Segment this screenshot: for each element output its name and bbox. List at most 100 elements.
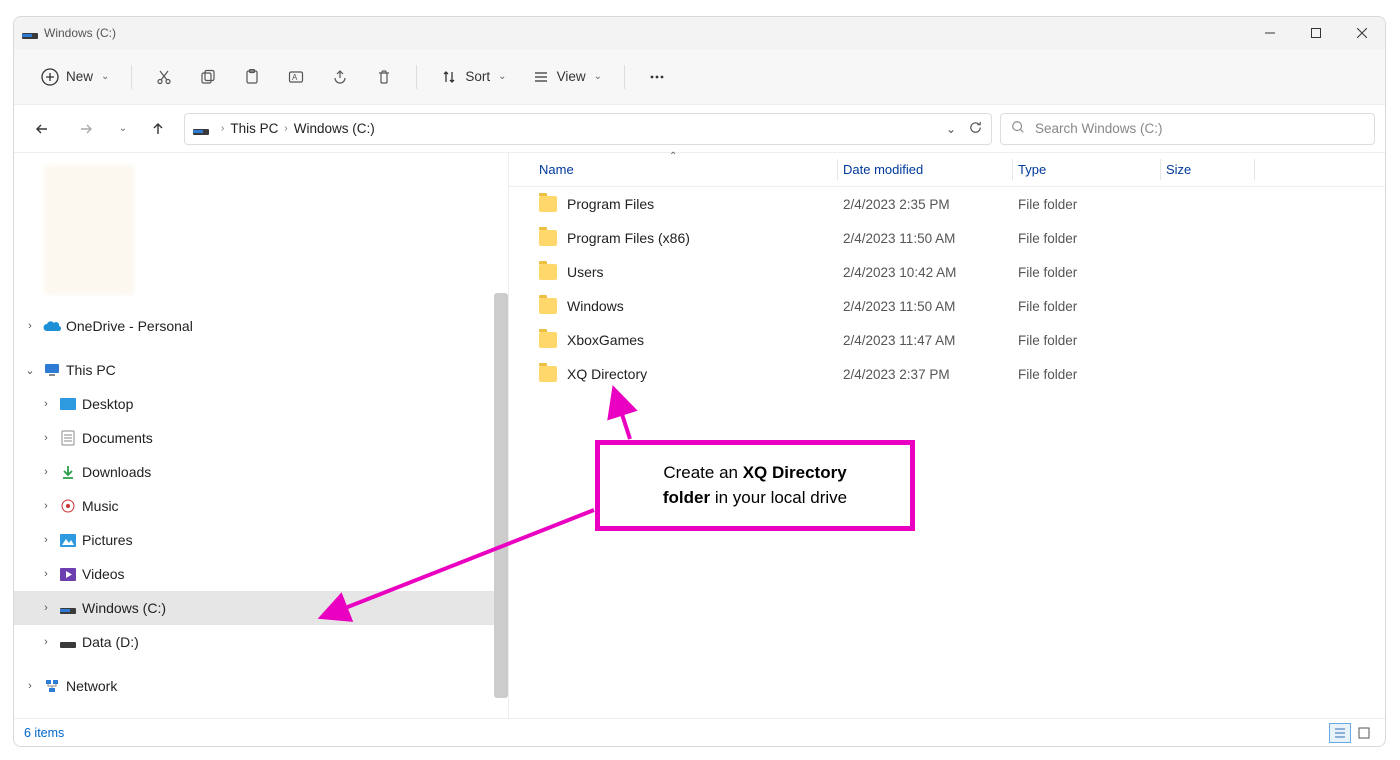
sidebar-item-desktop[interactable]: › Desktop bbox=[14, 387, 508, 421]
sidebar-item-network[interactable]: › Network bbox=[14, 669, 508, 703]
chevron-right-icon: › bbox=[38, 466, 54, 478]
search-input[interactable]: Search Windows (C:) bbox=[1000, 113, 1375, 145]
file-row[interactable]: XQ Directory2/4/2023 2:37 PMFile folder bbox=[509, 357, 1385, 391]
pictures-icon bbox=[58, 534, 78, 547]
network-icon bbox=[42, 679, 62, 693]
folder-icon bbox=[539, 230, 557, 246]
copy-button[interactable] bbox=[190, 61, 226, 93]
file-row[interactable]: Windows2/4/2023 11:50 AMFile folder bbox=[509, 289, 1385, 323]
breadcrumb[interactable]: › This PC › Windows (C:) ⌄ bbox=[184, 113, 992, 145]
breadcrumb-current[interactable]: Windows (C:) bbox=[294, 121, 375, 136]
sidebar-item-music[interactable]: › Music bbox=[14, 489, 508, 523]
window-title: Windows (C:) bbox=[44, 26, 116, 40]
folder-icon bbox=[539, 196, 557, 212]
delete-button[interactable] bbox=[366, 61, 402, 93]
file-type: File folder bbox=[1018, 231, 1166, 246]
divider bbox=[131, 65, 132, 89]
more-button[interactable] bbox=[639, 61, 675, 93]
file-row[interactable]: Users2/4/2023 10:42 AMFile folder bbox=[509, 255, 1385, 289]
chevron-right-icon: › bbox=[38, 432, 54, 444]
chevron-right-icon: › bbox=[38, 568, 54, 580]
tree-label: Desktop bbox=[82, 396, 133, 412]
titlebar: Windows (C:) bbox=[14, 17, 1385, 49]
tree-label: This PC bbox=[66, 362, 116, 378]
status-items: 6 items bbox=[24, 726, 64, 740]
sidebar-item-videos[interactable]: › Videos bbox=[14, 557, 508, 591]
new-icon bbox=[40, 67, 60, 87]
cut-button[interactable] bbox=[146, 61, 182, 93]
share-button[interactable] bbox=[322, 61, 358, 93]
column-date[interactable]: Date modified bbox=[843, 162, 1018, 177]
sort-label: Sort bbox=[465, 69, 490, 84]
content-pane: ⌃ Name Date modified Type Size Program F… bbox=[509, 153, 1385, 718]
search-icon bbox=[1011, 120, 1025, 137]
column-headers: ⌃ Name Date modified Type Size bbox=[509, 153, 1385, 187]
tree-label: Windows (C:) bbox=[82, 600, 166, 616]
refresh-button[interactable] bbox=[968, 120, 983, 138]
cut-icon bbox=[154, 67, 174, 87]
maximize-button[interactable] bbox=[1293, 17, 1339, 49]
sort-indicator-icon: ⌃ bbox=[669, 151, 677, 162]
breadcrumb-root[interactable]: This PC bbox=[230, 121, 278, 136]
annotation-callout: Create an XQ Directory folder in your lo… bbox=[595, 440, 915, 531]
view-button[interactable]: View ⌄ bbox=[523, 61, 610, 93]
file-type: File folder bbox=[1018, 197, 1166, 212]
tree-label: OneDrive - Personal bbox=[66, 318, 193, 334]
copy-icon bbox=[198, 67, 218, 87]
view-details-button[interactable] bbox=[1329, 723, 1351, 743]
chevron-down-icon[interactable]: ⌄ bbox=[946, 122, 956, 136]
music-icon bbox=[58, 499, 78, 513]
column-name[interactable]: Name bbox=[539, 162, 843, 177]
file-row[interactable]: Program Files (x86)2/4/2023 11:50 AMFile… bbox=[509, 221, 1385, 255]
close-button[interactable] bbox=[1339, 17, 1385, 49]
chevron-right-icon: › bbox=[22, 680, 38, 692]
sidebar-item-thispc[interactable]: ⌄ This PC bbox=[14, 353, 508, 387]
minimize-button[interactable] bbox=[1247, 17, 1293, 49]
sidebar-item-pictures[interactable]: › Pictures bbox=[14, 523, 508, 557]
view-large-button[interactable] bbox=[1353, 723, 1375, 743]
statusbar: 6 items bbox=[14, 718, 1385, 746]
folder-icon bbox=[539, 264, 557, 280]
svg-text:A: A bbox=[292, 73, 298, 82]
sidebar-quick-access-blurred bbox=[44, 165, 134, 295]
documents-icon bbox=[58, 430, 78, 446]
file-date: 2/4/2023 11:50 AM bbox=[843, 299, 1018, 314]
file-type: File folder bbox=[1018, 367, 1166, 382]
file-date: 2/4/2023 2:37 PM bbox=[843, 367, 1018, 382]
chevron-down-icon: ⌄ bbox=[498, 71, 506, 82]
sidebar-item-drive-d[interactable]: › Data (D:) bbox=[14, 625, 508, 659]
tree-label: Data (D:) bbox=[82, 634, 139, 650]
up-button[interactable] bbox=[140, 111, 176, 147]
column-divider[interactable] bbox=[1160, 159, 1161, 180]
sort-button[interactable]: Sort ⌄ bbox=[431, 61, 514, 93]
file-name: Users bbox=[567, 264, 843, 280]
paste-icon bbox=[242, 67, 262, 87]
downloads-icon bbox=[58, 465, 78, 479]
paste-button[interactable] bbox=[234, 61, 270, 93]
monitor-icon bbox=[42, 363, 62, 377]
chevron-right-icon: › bbox=[38, 534, 54, 546]
column-size[interactable]: Size bbox=[1166, 162, 1246, 177]
sidebar-item-onedrive[interactable]: › OneDrive - Personal bbox=[14, 309, 508, 343]
new-label: New bbox=[66, 69, 93, 84]
delete-icon bbox=[374, 67, 394, 87]
sidebar-item-downloads[interactable]: › Downloads bbox=[14, 455, 508, 489]
file-row[interactable]: XboxGames2/4/2023 11:47 AMFile folder bbox=[509, 323, 1385, 357]
file-row[interactable]: Program Files2/4/2023 2:35 PMFile folder bbox=[509, 187, 1385, 221]
column-type[interactable]: Type bbox=[1018, 162, 1166, 177]
column-divider[interactable] bbox=[1254, 159, 1255, 180]
column-divider[interactable] bbox=[1012, 159, 1013, 180]
recent-button[interactable]: ⌄ bbox=[112, 111, 132, 147]
new-button[interactable]: New ⌄ bbox=[32, 61, 117, 93]
forward-button[interactable] bbox=[68, 111, 104, 147]
tree-label: Documents bbox=[82, 430, 153, 446]
sidebar-item-drive-c[interactable]: › Windows (C:) bbox=[14, 591, 508, 625]
rename-button[interactable]: A bbox=[278, 61, 314, 93]
file-name: XboxGames bbox=[567, 332, 843, 348]
column-divider[interactable] bbox=[837, 159, 838, 180]
back-button[interactable] bbox=[24, 111, 60, 147]
search-placeholder: Search Windows (C:) bbox=[1035, 121, 1163, 136]
sidebar-item-documents[interactable]: › Documents bbox=[14, 421, 508, 455]
sidebar-scrollbar[interactable] bbox=[494, 293, 508, 698]
tree-label: Network bbox=[66, 678, 117, 694]
